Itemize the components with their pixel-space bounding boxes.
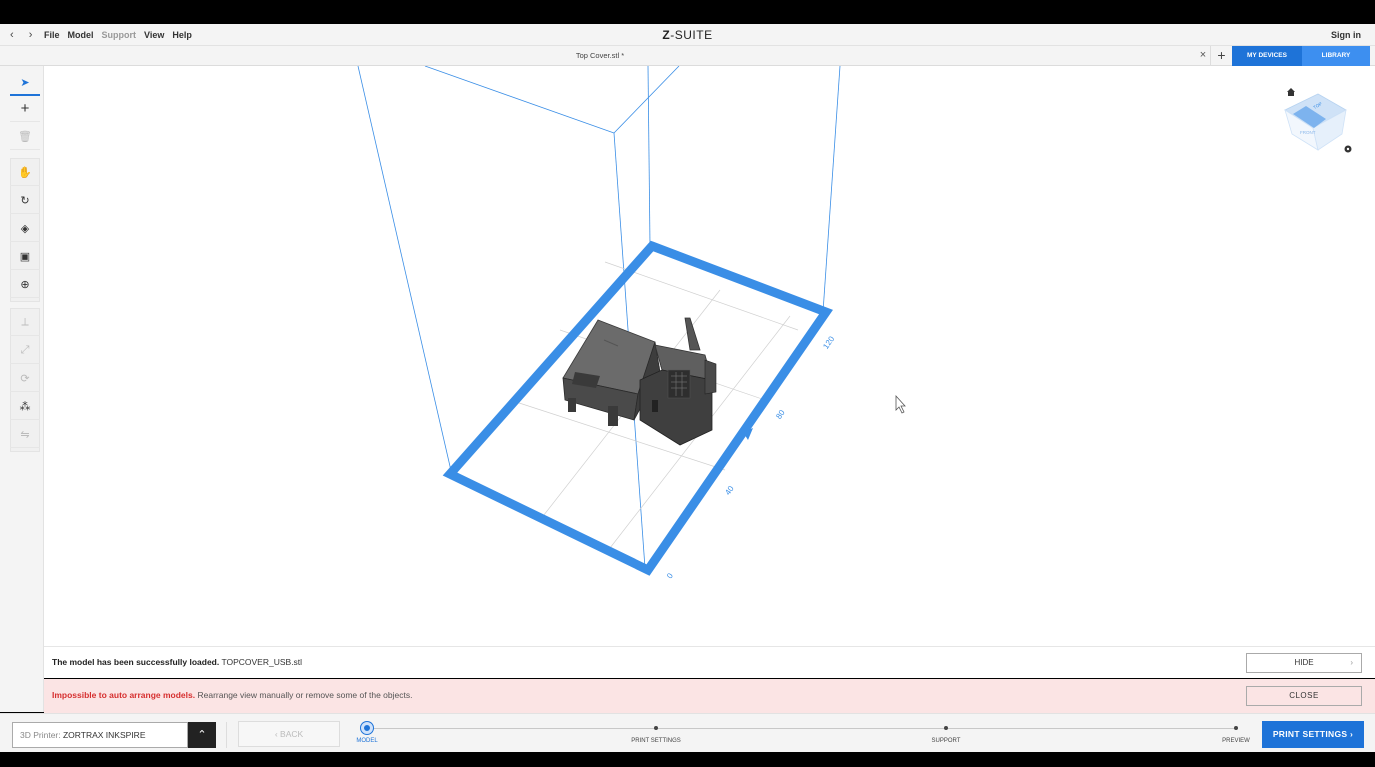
step-model-label[interactable]: MODEL [347,738,387,744]
camera-icon: ▣ [19,251,31,263]
printer-value: ZORTRAX INKSPIRE [60,730,146,740]
mouse-cursor-icon [895,394,906,414]
success-message: The model has been successfully loaded. … [52,657,302,667]
error-message-title: Impossible to auto arrange models. [52,690,196,700]
step-preview-label[interactable]: PREVIEW [1214,738,1258,744]
window-top-border [0,0,1375,24]
success-message-filename: TOPCOVER_USB.stl [219,657,303,667]
printer-select[interactable]: 3D Printer: ZORTRAX INKSPIRE [12,722,188,748]
rotate-view-tool[interactable]: ↻ [10,188,40,214]
mirror-icon: ⇋ [20,429,30,441]
close-tab-icon[interactable]: × [1196,49,1210,61]
step-model-dot[interactable] [361,722,373,734]
hide-button[interactable]: HIDE › [1246,653,1362,673]
tab-top-cover[interactable]: Top Cover.stl * [0,51,1200,60]
model-usb-housing[interactable] [639,317,717,446]
close-error-button[interactable]: CLOSE [1246,686,1362,706]
axis-label-40: 40 [723,484,736,497]
rotate-icon: ↻ [20,195,30,207]
cube-icon: ◈ [20,223,30,235]
build-volume-wireframe [357,66,841,569]
success-message-bar: The model has been successfully loaded. … [44,646,1375,678]
library-button[interactable]: LIBRARY [1302,46,1370,66]
delete-tool[interactable]: 🗑 [10,124,40,150]
new-tab-button[interactable]: + [1210,46,1232,66]
trash-icon: 🗑 [18,131,32,143]
camera-tool[interactable]: ▣ [10,244,40,270]
document-tab-bar: Top Cover.stl * × + MY DEVICES LIBRARY [0,46,1375,66]
home-view-icon[interactable] [1287,88,1295,96]
chevron-right-icon: › [1350,658,1353,667]
move-axes-icon: ⟂ [21,316,29,328]
bottom-workflow-bar: 3D Printer: ZORTRAX INKSPIRE ⌃ ‹ BACK MO… [0,713,1375,752]
add-model-tool[interactable]: + [10,96,40,122]
scale-icon: ⤢ [20,344,30,356]
menu-bar: ‹ › File Model Support View Help Z-SUITE… [0,24,1375,46]
axis-label-120: 120 [821,334,836,351]
rotate-model-icon: ⟳ [20,373,30,385]
print-settings-button[interactable]: PRINT SETTINGS › [1262,721,1364,748]
success-message-title: The model has been successfully loaded. [52,657,220,667]
move-tool[interactable]: ⟂ [10,310,40,336]
auto-arrange-tool[interactable]: ⁂ [10,394,40,420]
window-bottom-border [0,752,1375,767]
printer-label: 3D Printer: [20,730,61,740]
step-print-settings-dot[interactable] [654,726,658,730]
axis-label-80: 80 [774,408,787,421]
viewcube-settings-icon[interactable] [1344,145,1352,153]
step-support-label[interactable]: SUPPORT [906,738,986,744]
step-preview-dot[interactable] [1234,726,1238,730]
error-message: Impossible to auto arrange models. Rearr… [52,690,412,700]
back-button[interactable]: ‹ BACK [238,721,340,747]
zoom-tool[interactable]: ⊕ [10,272,40,298]
rotate-model-tool[interactable]: ⟳ [10,366,40,392]
step-support-dot[interactable] [944,726,948,730]
axis-label-0: 0 [665,571,675,580]
view-cube[interactable]: TOP FRONT [1284,93,1347,151]
hand-icon: ✋ [18,167,32,179]
3d-viewport[interactable]: 0 40 80 120 TOP FRONT [44,66,1375,646]
sign-in-link[interactable]: Sign in [1331,30,1361,40]
select-tool[interactable]: ➤ [10,70,40,96]
error-message-detail: Rearrange view manually or remove some o… [195,690,413,700]
plus-icon: + [20,100,30,117]
app-title-text: -SUITE [670,28,713,42]
my-devices-button[interactable]: MY DEVICES [1232,46,1302,66]
viewcube-front-label: FRONT [1300,130,1316,135]
view-cube-tool[interactable]: ◈ [10,216,40,242]
step-print-settings-label[interactable]: PRINT SETTINGS [606,738,706,744]
error-message-bar: Impossible to auto arrange models. Rearr… [44,679,1375,713]
left-toolbar: ➤ + 🗑 ✋ ↻ ◈ ▣ ⊕ ⟂ ⤢ ⟳ ⁂ ⇋ [0,66,44,712]
workflow-progress-line [368,728,1238,729]
mirror-tool[interactable]: ⇋ [10,422,40,448]
pointer-icon: ➤ [20,76,30,89]
pan-tool[interactable]: ✋ [10,160,40,186]
chevron-up-icon[interactable]: ⌃ [188,722,216,748]
scale-tool[interactable]: ⤢ [10,338,40,364]
hide-label: HIDE [1294,658,1314,667]
zoom-in-icon: ⊕ [20,279,30,291]
divider [226,722,227,748]
app-title: Z-SUITE [0,28,1375,42]
arrange-icon: ⁂ [19,401,31,413]
